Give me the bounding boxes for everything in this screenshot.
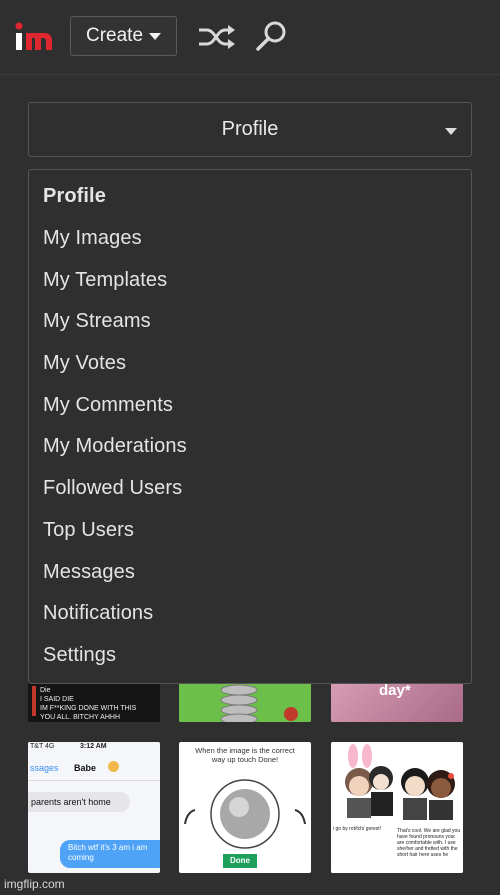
- status-carrier: T&T 4G: [30, 743, 55, 750]
- menu-item-notifications[interactable]: Notifications: [29, 593, 471, 635]
- contact-name: Babe: [74, 763, 97, 773]
- menu-item-my-images[interactable]: My Images: [29, 218, 471, 260]
- menu-item-my-comments[interactable]: My Comments: [29, 384, 471, 426]
- create-label: Create: [85, 25, 144, 46]
- menu-item-my-templates[interactable]: My Templates: [29, 259, 471, 301]
- menu-item-my-votes[interactable]: My Votes: [29, 343, 471, 385]
- profile-select-value: Profile: [221, 118, 279, 140]
- top-bar: Create: [0, 0, 500, 75]
- back-label: ssages: [30, 763, 59, 773]
- menu-item-messages[interactable]: Messages: [29, 551, 471, 593]
- watermark: imgflip.com: [4, 877, 65, 891]
- status-time: 3:12 AM: [80, 743, 107, 750]
- menu-item-my-moderations[interactable]: My Moderations: [29, 426, 471, 468]
- thumbnail-caption: When the image is the correct way up tou…: [195, 746, 295, 764]
- profile-select[interactable]: Profile: [28, 102, 472, 157]
- imgflip-logo[interactable]: [14, 20, 56, 54]
- menu-item-followed-users[interactable]: Followed Users: [29, 468, 471, 510]
- thumbnail-text: That's cool. We are glad you have found …: [397, 828, 461, 858]
- menu-item-settings[interactable]: Settings: [29, 635, 471, 677]
- menu-item-my-streams[interactable]: My Streams: [29, 301, 471, 343]
- thumbnail-text: IM F**KING DONE WITH THIS: [40, 705, 137, 712]
- emoji-icon: [108, 761, 119, 772]
- thumbnail-text: Die: [40, 687, 51, 694]
- thumbnail-caption: day*: [379, 682, 411, 699]
- image-thumbnail[interactable]: T&T 4G 3:12 AM ssages Babe parents aren'…: [28, 742, 160, 873]
- chevron-down-icon: [149, 32, 162, 40]
- create-button[interactable]: Create: [70, 16, 177, 56]
- thumbnail-text: i go by rot/tch/ gorest!: [333, 826, 382, 832]
- thumbnail-text: I SAID DIE: [40, 696, 74, 703]
- done-button: Done: [223, 854, 257, 868]
- menu-item-profile[interactable]: Profile: [29, 176, 471, 218]
- shuffle-icon[interactable]: [197, 24, 235, 50]
- profile-dropdown-menu: Profile My Images My Templates My Stream…: [28, 169, 472, 684]
- menu-item-top-users[interactable]: Top Users: [29, 510, 471, 552]
- chevron-down-icon: [445, 128, 457, 135]
- thumbnail-text: YOU ALL. BITCHY AHHH: [40, 714, 121, 721]
- sent-message: Bitch wtf it's 3 am i am coming: [60, 840, 160, 868]
- search-icon[interactable]: [255, 20, 287, 52]
- received-message: parents aren't home: [28, 792, 130, 812]
- image-thumbnail[interactable]: When the image is the correct way up tou…: [179, 742, 311, 873]
- rotate-knob-illustration: [184, 779, 306, 849]
- image-thumbnail[interactable]: i go by rot/tch/ gorest! That's cool. We…: [331, 742, 463, 873]
